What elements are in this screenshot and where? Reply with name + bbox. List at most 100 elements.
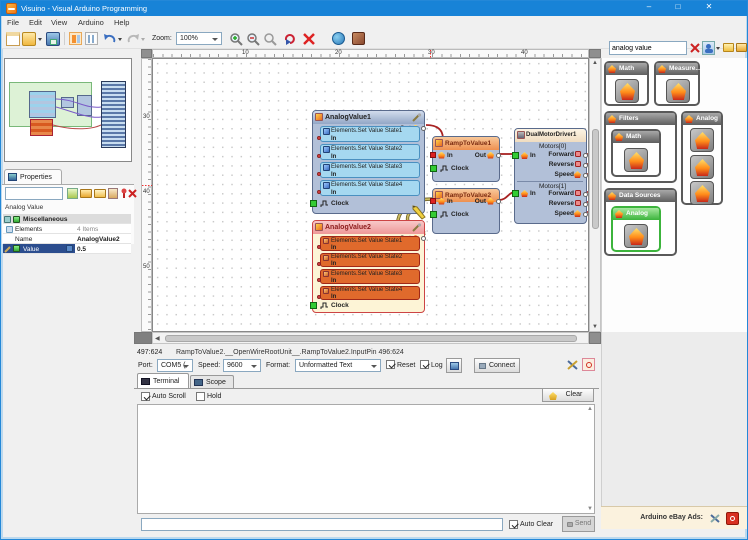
power-icon[interactable]: [582, 358, 595, 371]
element-row[interactable]: Elements.Set Value State2 In: [320, 253, 420, 268]
element-row[interactable]: Elements.Set Value State1 In: [320, 126, 420, 142]
element-row[interactable]: Elements.Set Value State1 In: [320, 236, 420, 251]
filter-user-icon[interactable]: [702, 41, 715, 55]
open-project-icon[interactable]: [22, 32, 36, 46]
pin-panel-icon[interactable]: [120, 188, 128, 199]
out-connector[interactable]: [583, 212, 588, 217]
send-button[interactable]: Send: [562, 516, 595, 532]
block-header[interactable]: DualMotorDriver1: [515, 129, 586, 142]
terminal-scroll-down-arrow[interactable]: ▼: [587, 506, 593, 512]
in-connector[interactable]: [430, 152, 436, 158]
in-connector[interactable]: [512, 190, 519, 197]
zoom-in-icon[interactable]: [229, 32, 243, 46]
toolbox-category-math[interactable]: Math: [604, 61, 649, 106]
undo-dropdown-caret[interactable]: [118, 38, 122, 41]
out-connector[interactable]: [583, 153, 588, 158]
property-value[interactable]: 0.5: [77, 246, 86, 253]
analog-component-icon[interactable]: [690, 155, 714, 179]
clock-connector[interactable]: [430, 211, 437, 218]
speed-combobox[interactable]: 9600: [223, 359, 261, 372]
toggle-properties-panel-icon[interactable]: [69, 32, 82, 45]
auto-scroll-checkbox[interactable]: [141, 392, 150, 401]
ad-close-icon[interactable]: [726, 512, 739, 525]
expand-folders-icon[interactable]: [736, 43, 747, 52]
block-ramptovalue2[interactable]: RampToValue2 In Out Clock: [432, 188, 500, 234]
analog-component-icon[interactable]: [690, 181, 714, 205]
element-row[interactable]: Elements.Set Value State4 In: [320, 180, 420, 196]
filter-math-component-icon[interactable]: [624, 148, 648, 172]
in-connector[interactable]: [512, 152, 519, 159]
undo-icon[interactable]: [103, 32, 117, 46]
open-dropdown-caret[interactable]: [38, 38, 42, 41]
zoom-reset-icon[interactable]: [263, 32, 277, 46]
clear-button[interactable]: Clear: [542, 388, 594, 402]
reset-checkbox[interactable]: [386, 360, 395, 369]
in-connector[interactable]: [430, 198, 436, 204]
component-search-input[interactable]: [609, 41, 687, 55]
clock-connector[interactable]: [430, 165, 437, 172]
menu-file[interactable]: File: [7, 18, 19, 27]
new-project-icon[interactable]: [6, 32, 20, 46]
hold-checkbox[interactable]: [196, 392, 205, 401]
out-connector[interactable]: [421, 126, 426, 131]
clock-connector[interactable]: [310, 302, 317, 309]
element-row[interactable]: Elements.Set Value State4 In: [320, 286, 420, 301]
toolbox-category-filters[interactable]: Filters Math: [604, 111, 677, 183]
toolbox-subcategory-math[interactable]: Math: [611, 129, 661, 177]
send-message-input[interactable]: [141, 518, 503, 531]
property-row-name[interactable]: Name AnalogValue2: [3, 234, 131, 244]
toolbox-category-analog[interactable]: Analog: [681, 111, 723, 205]
horizontal-scroll-thumb[interactable]: [165, 335, 577, 342]
scroll-down-arrow[interactable]: ▼: [590, 324, 600, 330]
in-connector[interactable]: [317, 190, 321, 194]
math-component-icon[interactable]: [615, 79, 639, 103]
clear-search-icon[interactable]: [690, 43, 701, 54]
clock-connector[interactable]: [310, 200, 317, 207]
terminal-scroll-up-arrow[interactable]: ▲: [587, 406, 593, 412]
in-connector[interactable]: [317, 262, 321, 266]
log-checkbox[interactable]: [420, 360, 429, 369]
element-row[interactable]: Elements.Set Value State3 In: [320, 269, 420, 284]
ad-settings-icon[interactable]: [709, 513, 721, 524]
block-ramptovalue1[interactable]: RampToValue1 In Out Clock: [432, 136, 500, 182]
menu-help[interactable]: Help: [114, 18, 129, 27]
in-connector[interactable]: [317, 136, 321, 140]
expand-all-icon[interactable]: [80, 189, 92, 198]
connection-settings-icon[interactable]: [566, 359, 579, 371]
close-panel-icon[interactable]: [128, 189, 137, 198]
zoom-combobox[interactable]: 100%: [176, 32, 222, 45]
out-connector[interactable]: [496, 153, 501, 158]
property-filter-icon[interactable]: [67, 188, 78, 199]
out-connector[interactable]: [583, 202, 588, 207]
diagram-canvas[interactable]: AnalogValue1 Out Elements.Set Value Stat…: [152, 58, 589, 332]
category-view-icon[interactable]: [108, 188, 118, 199]
canvas-vertical-scrollbar[interactable]: ▲ ▼: [589, 58, 601, 332]
tab-scope[interactable]: Scope: [190, 375, 234, 388]
property-filter-input[interactable]: [5, 187, 63, 200]
in-connector[interactable]: [317, 295, 321, 299]
analog-component-icon[interactable]: [690, 128, 714, 152]
block-header[interactable]: RampToValue1: [433, 137, 499, 150]
wrench-icon[interactable]: [412, 113, 422, 122]
scroll-up-arrow[interactable]: ▲: [590, 60, 600, 66]
menu-arduino[interactable]: Arduino: [78, 18, 104, 27]
out-connector[interactable]: [583, 192, 588, 197]
redo-icon[interactable]: [126, 32, 140, 46]
terminal-output[interactable]: ▲ ▼: [137, 404, 595, 514]
out-connector[interactable]: [583, 163, 588, 168]
toggle-grid-view-icon[interactable]: [85, 32, 98, 45]
menu-edit[interactable]: Edit: [29, 18, 42, 27]
redo-dropdown-caret[interactable]: [141, 38, 145, 41]
wrench-icon[interactable]: [412, 223, 422, 232]
block-analogvalue1[interactable]: AnalogValue1 Out Elements.Set Value Stat…: [312, 110, 425, 214]
property-row-value[interactable]: Value 0.5: [3, 244, 131, 254]
in-connector[interactable]: [317, 278, 321, 282]
refresh-board-icon[interactable]: [283, 32, 297, 46]
element-row[interactable]: Elements.Set Value State2 In: [320, 144, 420, 160]
minimize-button[interactable]: –: [638, 1, 660, 14]
measure-component-icon[interactable]: [666, 79, 690, 103]
package-icon[interactable]: [352, 32, 365, 45]
in-connector[interactable]: [317, 154, 321, 158]
property-row-elements[interactable]: Elements 4 Items: [3, 224, 131, 234]
menu-view[interactable]: View: [51, 18, 67, 27]
